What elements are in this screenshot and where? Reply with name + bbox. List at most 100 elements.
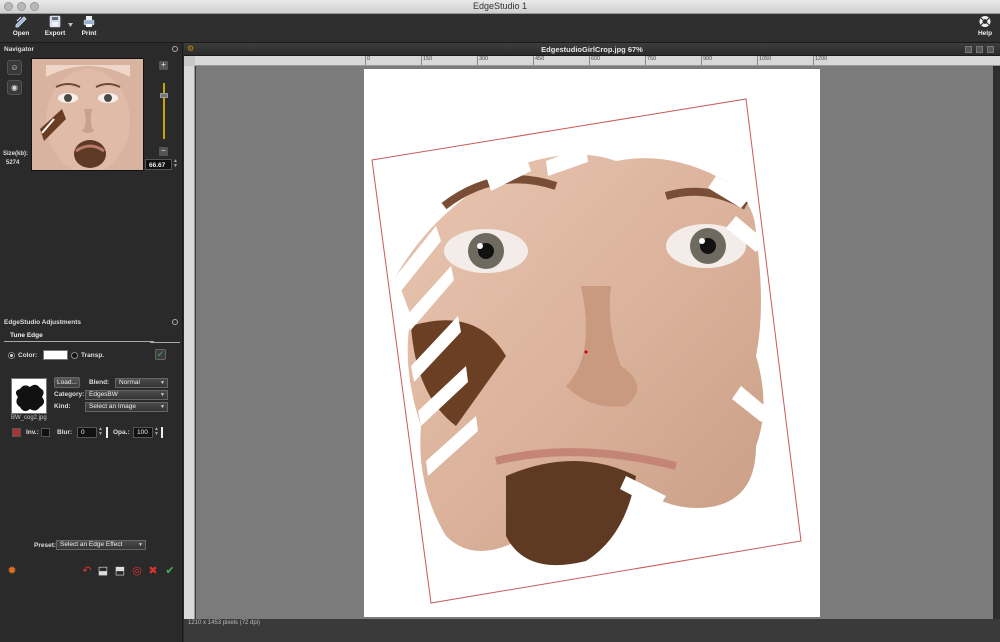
actual-size-icon: ◉ xyxy=(11,83,18,92)
transparent-label: Transp. xyxy=(81,352,105,359)
open-button[interactable]: Open xyxy=(6,15,36,42)
ruler-tick-label: 750 xyxy=(647,56,657,62)
size-value: 5274 xyxy=(6,160,20,166)
ruler-tick-label: 450 xyxy=(535,56,545,62)
help-label: Help xyxy=(977,30,993,37)
kind-label: Kind: xyxy=(54,403,71,410)
export-menu-arrow-icon[interactable] xyxy=(68,17,73,39)
opacity-label: Opa.: xyxy=(113,429,130,436)
preset-label: Preset: xyxy=(34,542,57,549)
apply-checkbox[interactable]: ✓ xyxy=(155,349,166,360)
category-select[interactable]: EdgesBW ▼ xyxy=(85,390,168,400)
vertical-scrollbar[interactable] xyxy=(993,66,1000,619)
doc-minimize-button[interactable] xyxy=(965,46,972,53)
color-swatch[interactable] xyxy=(43,350,68,360)
cancel-icon[interactable]: ✖ xyxy=(147,565,159,577)
kind-value: Select an Image xyxy=(89,403,136,410)
help-button[interactable]: Help xyxy=(970,15,1000,42)
zoom-stepper[interactable]: ▲ ▼ xyxy=(172,159,179,170)
blur-stepper[interactable]: ▲ ▼ xyxy=(97,427,104,438)
blend-label: Blend: xyxy=(89,379,110,386)
face-thumbnail-image xyxy=(32,59,143,170)
ruler-tick-label: 600 xyxy=(591,56,601,62)
navigator-thumbnail[interactable] xyxy=(31,58,144,171)
load-edge-icon[interactable]: ⬒ xyxy=(114,565,126,577)
undo-icon[interactable]: ↶ xyxy=(81,565,93,577)
category-label: Category: xyxy=(54,391,85,398)
opacity-slider[interactable] xyxy=(161,427,163,438)
image-canvas[interactable] xyxy=(196,66,993,619)
transparent-radio[interactable] xyxy=(71,352,78,359)
apply-icon[interactable]: ✔ xyxy=(164,565,176,577)
fit-view-button[interactable]: ☺ xyxy=(7,60,22,75)
category-value: EdgesBW xyxy=(89,391,118,398)
size-readout: Size(kb): 5274 xyxy=(3,150,28,168)
ruler-corner xyxy=(184,56,195,66)
vertical-ruler xyxy=(184,66,195,619)
edge-color-swatch[interactable] xyxy=(12,428,21,437)
ruler-tick xyxy=(813,56,814,65)
blur-input[interactable]: 0 xyxy=(77,427,97,438)
settings-gear-icon[interactable]: ✹ xyxy=(6,565,18,577)
zoom-in-button[interactable]: + xyxy=(159,61,168,70)
edge-preview[interactable] xyxy=(11,378,47,414)
help-icon xyxy=(979,16,991,27)
edge-shape-image xyxy=(12,379,46,413)
kind-select[interactable]: Select an Image ▼ xyxy=(85,402,168,412)
horizontal-ruler: 0 150 300 450 600 750 900 1050 1200 xyxy=(195,56,1000,66)
navigator-pin-icon[interactable] xyxy=(172,46,178,52)
zoom-slider-track[interactable] xyxy=(163,83,165,139)
fit-view-icon: ☺ xyxy=(10,63,19,72)
opacity-input[interactable]: 100 xyxy=(133,427,153,438)
ruler-tick xyxy=(757,56,758,65)
zoom-out-button[interactable]: − xyxy=(159,147,168,156)
ruler-tick xyxy=(533,56,534,65)
size-label: Size(kb): xyxy=(3,151,29,157)
ruler-tick xyxy=(701,56,702,65)
load-button[interactable]: Load... xyxy=(54,377,80,388)
zoom-value-field[interactable]: 66.67 xyxy=(145,159,172,170)
save-edge-icon[interactable]: ⬓ xyxy=(97,565,109,577)
invert-label: Inv.: xyxy=(26,429,39,436)
ruler-tick-label: 900 xyxy=(703,56,713,62)
zoom-slider[interactable]: + − xyxy=(158,61,170,156)
main-toolbar: Open Export Print Help xyxy=(0,14,1000,43)
adjustments-title: EdgeStudio Adjustments xyxy=(4,319,82,326)
zoom-slider-knob[interactable] xyxy=(160,93,168,98)
color-radio[interactable] xyxy=(8,352,15,359)
preset-select[interactable]: Select an Edge Effect ▼ xyxy=(56,540,146,550)
print-button[interactable]: Print xyxy=(74,15,104,42)
crop-center-handle[interactable] xyxy=(584,350,588,354)
left-panel: Navigator ☺ ◉ Size(kb): 5274 + − 66.67 ▲… xyxy=(0,43,183,642)
adjustments-header: EdgeStudio Adjustments xyxy=(0,317,183,328)
ruler-tick-label: 0 xyxy=(367,56,371,62)
adjustments-pin-icon[interactable] xyxy=(172,319,178,325)
ruler-tick xyxy=(589,56,590,65)
open-label: Open xyxy=(12,30,30,37)
ruler-tick-label: 1200 xyxy=(815,56,828,62)
open-icon xyxy=(15,16,27,28)
doc-maximize-button[interactable] xyxy=(976,46,983,53)
adjustments-tabs: Tune Edge xyxy=(0,330,183,344)
opacity-stepper[interactable]: ▲ ▼ xyxy=(153,427,160,438)
document-titlebar: ⚙ EdgestudioGirlCrop.jpg 67% xyxy=(184,43,1000,56)
navigator-title: Navigator xyxy=(4,46,34,53)
export-button[interactable]: Export xyxy=(40,15,70,42)
blur-label: Blur: xyxy=(57,429,73,436)
blend-value: Normal xyxy=(119,379,140,386)
status-bar: 1210 x 1453 pixels (72 dpi) xyxy=(184,619,1000,642)
doc-close-button[interactable] xyxy=(987,46,994,53)
image-dimensions-status: 1210 x 1453 pixels (72 dpi) xyxy=(188,620,261,626)
actual-size-button[interactable]: ◉ xyxy=(7,80,22,95)
blur-slider[interactable] xyxy=(106,427,108,438)
export-label: Export xyxy=(44,30,66,37)
reset-icon[interactable]: ◎ xyxy=(131,565,143,577)
ruler-tick-label: 1050 xyxy=(759,56,772,62)
blend-select[interactable]: Normal ▼ xyxy=(115,378,168,388)
ruler-tick xyxy=(645,56,646,65)
ruler-tick xyxy=(365,56,366,65)
chevron-down-icon: ▼ xyxy=(160,380,165,386)
tab-tune-edge[interactable]: Tune Edge xyxy=(4,330,154,342)
invert-checkbox[interactable] xyxy=(41,428,50,437)
window-title: EdgeStudio 1 xyxy=(472,1,528,11)
